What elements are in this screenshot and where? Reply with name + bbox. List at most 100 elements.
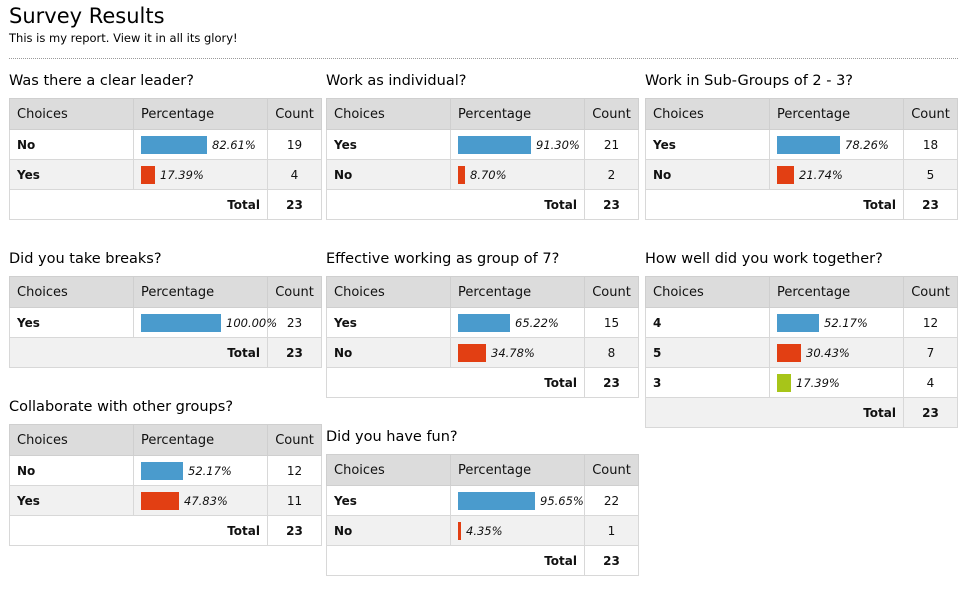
column-header-count[interactable]: Count <box>267 98 322 130</box>
percentage-bar-wrap: 65.22% <box>458 313 577 332</box>
column-header-count[interactable]: Count <box>903 276 958 308</box>
table-header-row: Choices Percentage Count <box>9 276 322 308</box>
column-header-choices[interactable]: Choices <box>326 98 451 130</box>
table-header-row: Choices Percentage Count <box>645 276 958 308</box>
total-spacer <box>9 189 134 220</box>
percentage-value: 4.35% <box>466 523 503 538</box>
choice-label: No <box>9 129 134 160</box>
column-header-choices[interactable]: Choices <box>9 276 134 308</box>
choice-label: Yes <box>9 307 134 338</box>
total-row: Total 23 <box>9 337 322 368</box>
results-table: Choices Percentage Count Yes 95.65% 22 No 4.35%… <box>326 454 639 576</box>
percentage-bar <box>141 461 183 480</box>
total-value: 23 <box>267 337 322 368</box>
question-panel-q3: Work in Sub-Groups of 2 - 3? Choices Perce… <box>645 72 958 220</box>
column-header-percentage[interactable]: Percentage <box>450 454 585 486</box>
page-title: Survey Results <box>9 4 165 28</box>
percentage-bar <box>458 491 535 510</box>
choice-label: No <box>326 159 451 190</box>
results-table: Choices Percentage Count Yes 78.26% 18 No 21.74… <box>645 98 958 220</box>
total-spacer <box>326 189 451 220</box>
column-header-percentage[interactable]: Percentage <box>133 276 268 308</box>
choice-label: No <box>9 455 134 486</box>
percentage-cell: 34.78% <box>450 337 585 368</box>
percentage-bar <box>458 313 510 332</box>
total-spacer <box>326 545 451 576</box>
percentage-bar-wrap: 78.26% <box>777 135 896 154</box>
column-header-count[interactable]: Count <box>267 424 322 456</box>
count-value: 4 <box>267 159 322 190</box>
table-row: Yes 47.83% 11 <box>9 485 322 516</box>
column-header-choices[interactable]: Choices <box>645 276 770 308</box>
question-title: Work as individual? <box>326 73 467 89</box>
percentage-cell: 65.22% <box>450 307 585 338</box>
percentage-bar-wrap: 34.78% <box>458 343 577 362</box>
column-header-percentage[interactable]: Percentage <box>133 424 268 456</box>
column-header-choices[interactable]: Choices <box>326 454 451 486</box>
count-value: 4 <box>903 367 958 398</box>
total-row: Total 23 <box>9 515 322 546</box>
total-label: Total <box>450 189 585 220</box>
percentage-bar <box>458 165 465 184</box>
table-row: Yes 95.65% 22 <box>326 485 639 516</box>
column-header-choices[interactable]: Choices <box>9 424 134 456</box>
column-header-choices[interactable]: Choices <box>645 98 770 130</box>
count-value: 21 <box>584 129 639 160</box>
total-value: 23 <box>584 545 639 576</box>
percentage-value: 52.17% <box>188 463 232 478</box>
table-row: No 8.70% 2 <box>326 159 639 190</box>
page-subtitle: This is my report. View it in all its gl… <box>9 31 238 45</box>
results-table: Choices Percentage Count Yes 91.30% 21 No 8.70%… <box>326 98 639 220</box>
percentage-cell: 30.43% <box>769 337 904 368</box>
choice-label: No <box>326 337 451 368</box>
table-row: No 82.61% 19 <box>9 129 322 160</box>
total-label: Total <box>450 545 585 576</box>
column-header-percentage[interactable]: Percentage <box>769 276 904 308</box>
column-header-percentage[interactable]: Percentage <box>450 98 585 130</box>
total-spacer <box>9 337 134 368</box>
count-value: 18 <box>903 129 958 160</box>
column-header-percentage[interactable]: Percentage <box>769 98 904 130</box>
results-table: Choices Percentage Count Yes 65.22% 15 No 34.78… <box>326 276 639 398</box>
table-row: No 4.35% 1 <box>326 515 639 546</box>
total-value: 23 <box>267 189 322 220</box>
percentage-bar-wrap: 17.39% <box>777 373 896 392</box>
column-header-percentage[interactable]: Percentage <box>133 98 268 130</box>
table-row: Yes 78.26% 18 <box>645 129 958 160</box>
total-value: 23 <box>267 515 322 546</box>
total-row: Total 23 <box>645 397 958 428</box>
column-header-choices[interactable]: Choices <box>9 98 134 130</box>
choice-label: Yes <box>326 129 451 160</box>
percentage-bar <box>141 165 155 184</box>
percentage-bar-wrap: 100.00% <box>141 313 277 332</box>
table-row: 5 30.43% 7 <box>645 337 958 368</box>
column-header-percentage[interactable]: Percentage <box>450 276 585 308</box>
total-row: Total 23 <box>326 189 639 220</box>
percentage-cell: 21.74% <box>769 159 904 190</box>
column-header-count[interactable]: Count <box>903 98 958 130</box>
percentage-value: 17.39% <box>796 375 840 390</box>
question-panel-q8: Did you have fun? Choices Percentage Count Y… <box>326 428 639 576</box>
column-header-choices[interactable]: Choices <box>326 276 451 308</box>
count-value: 5 <box>903 159 958 190</box>
total-spacer <box>9 515 134 546</box>
percentage-bar <box>777 343 801 362</box>
column-header-count[interactable]: Count <box>584 276 639 308</box>
choice-label: 4 <box>645 307 770 338</box>
percentage-value: 17.39% <box>160 167 204 182</box>
count-value: 12 <box>267 455 322 486</box>
column-header-count[interactable]: Count <box>584 98 639 130</box>
percentage-value: 34.78% <box>491 345 535 360</box>
percentage-bar <box>141 135 207 154</box>
table-row: No 34.78% 8 <box>326 337 639 368</box>
column-header-count[interactable]: Count <box>267 276 322 308</box>
percentage-bar <box>777 165 794 184</box>
column-header-count[interactable]: Count <box>584 454 639 486</box>
percentage-bar-wrap: 47.83% <box>141 491 260 510</box>
percentage-cell: 8.70% <box>450 159 585 190</box>
total-spacer <box>645 397 770 428</box>
total-value: 23 <box>584 189 639 220</box>
choice-label: No <box>645 159 770 190</box>
percentage-cell: 52.17% <box>769 307 904 338</box>
percentage-value: 21.74% <box>799 167 843 182</box>
